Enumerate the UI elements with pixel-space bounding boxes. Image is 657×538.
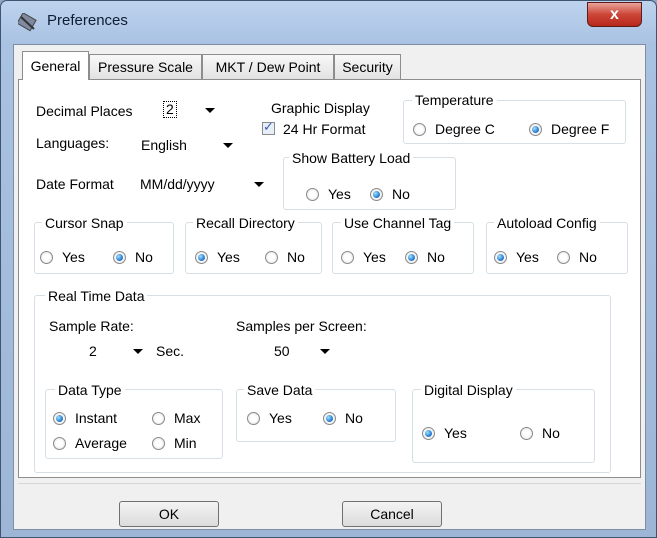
chevron-down-icon [205, 108, 215, 113]
temperature-label: Temperature [412, 92, 497, 108]
sample-rate-unit: Sec. [156, 343, 185, 359]
instant-label: Instant [75, 410, 118, 426]
chevron-down-icon [133, 349, 143, 354]
app-icon [16, 12, 38, 33]
channel-tag-no-label: No [427, 249, 445, 265]
save-data-yes-label: Yes [269, 410, 292, 426]
battery-yes-radio[interactable] [306, 188, 319, 201]
footer-divider [18, 483, 641, 484]
save-data-yes-radio[interactable] [247, 412, 260, 425]
instant-radio[interactable] [53, 412, 66, 425]
chevron-down-icon [223, 143, 233, 148]
save-data-no-radio[interactable] [323, 412, 336, 425]
degree-f-label: Degree F [551, 121, 610, 137]
recall-directory-no-radio[interactable] [265, 251, 278, 264]
show-battery-load-label: Show Battery Load [289, 150, 414, 166]
average-label: Average [75, 435, 127, 451]
tab-mkt-dew-point[interactable]: MKT / Dew Point [202, 54, 334, 79]
tab-general[interactable]: General [22, 51, 89, 80]
autoload-yes-label: Yes [516, 249, 539, 265]
cancel-button[interactable]: Cancel [342, 501, 442, 527]
min-label: Min [174, 435, 197, 451]
recall-directory-label: Recall Directory [193, 215, 298, 231]
save-data-label: Save Data [244, 382, 316, 398]
samples-per-screen-label: Samples per Screen: [236, 318, 367, 334]
recall-directory-yes-radio[interactable] [195, 251, 208, 264]
autoload-no-label: No [579, 249, 597, 265]
degree-f-radio[interactable] [529, 123, 542, 136]
use-channel-tag-label: Use Channel Tag [341, 215, 455, 231]
battery-yes-label: Yes [328, 186, 351, 202]
average-radio[interactable] [53, 437, 66, 450]
decimal-places-label: Decimal Places [36, 103, 133, 119]
digital-display-label: Digital Display [421, 382, 516, 398]
cursor-snap-label: Cursor Snap [42, 215, 127, 231]
real-time-data-label: Real Time Data [45, 288, 148, 304]
languages-label: Languages: [36, 135, 110, 151]
recall-directory-no-label: No [287, 249, 305, 265]
graphic-display-label: Graphic Display [271, 100, 370, 116]
digital-display-no-radio[interactable] [520, 427, 533, 440]
24hr-format-label: 24 Hr Format [283, 121, 366, 137]
sample-rate-label: Sample Rate: [49, 318, 134, 334]
max-label: Max [174, 410, 201, 426]
autoload-no-radio[interactable] [557, 251, 570, 264]
date-format-select[interactable]: MM/dd/yyyy [136, 173, 270, 195]
window-title: Preferences [47, 12, 128, 29]
cursor-snap-no-radio[interactable] [113, 251, 126, 264]
min-radio[interactable] [152, 437, 165, 450]
close-icon: x [610, 5, 619, 23]
battery-no-radio[interactable] [370, 188, 383, 201]
tab-security[interactable]: Security [334, 54, 401, 79]
date-format-label: Date Format [36, 176, 114, 192]
cursor-snap-no-label: No [135, 249, 153, 265]
digital-display-yes-radio[interactable] [422, 427, 435, 440]
battery-no-label: No [392, 186, 410, 202]
cursor-snap-yes-label: Yes [62, 249, 85, 265]
max-radio[interactable] [152, 412, 165, 425]
save-data-no-label: No [345, 410, 363, 426]
data-type-label: Data Type [55, 382, 125, 398]
autoload-yes-radio[interactable] [494, 251, 507, 264]
cursor-snap-yes-radio[interactable] [40, 251, 53, 264]
24hr-format-checkbox[interactable] [262, 120, 275, 135]
languages-select[interactable]: English [137, 134, 239, 156]
digital-display-yes-label: Yes [444, 425, 467, 441]
digital-display-group [412, 389, 595, 463]
decimal-places-select[interactable]: 2 [161, 99, 221, 121]
chevron-down-icon [254, 182, 264, 187]
ok-button[interactable]: OK [119, 501, 219, 527]
digital-display-no-label: No [542, 425, 560, 441]
degree-c-label: Degree C [435, 121, 495, 137]
close-button[interactable]: x [587, 2, 642, 27]
samples-per-screen-select[interactable]: 50 [270, 340, 336, 362]
recall-directory-yes-label: Yes [217, 249, 240, 265]
degree-c-radio[interactable] [413, 123, 426, 136]
tab-pressure-scale[interactable]: Pressure Scale [89, 54, 202, 79]
chevron-down-icon [320, 349, 330, 354]
channel-tag-no-radio[interactable] [405, 251, 418, 264]
channel-tag-yes-radio[interactable] [341, 251, 354, 264]
autoload-config-label: Autoload Config [494, 215, 600, 231]
channel-tag-yes-label: Yes [363, 249, 386, 265]
sample-rate-select[interactable]: 2 [85, 340, 149, 362]
